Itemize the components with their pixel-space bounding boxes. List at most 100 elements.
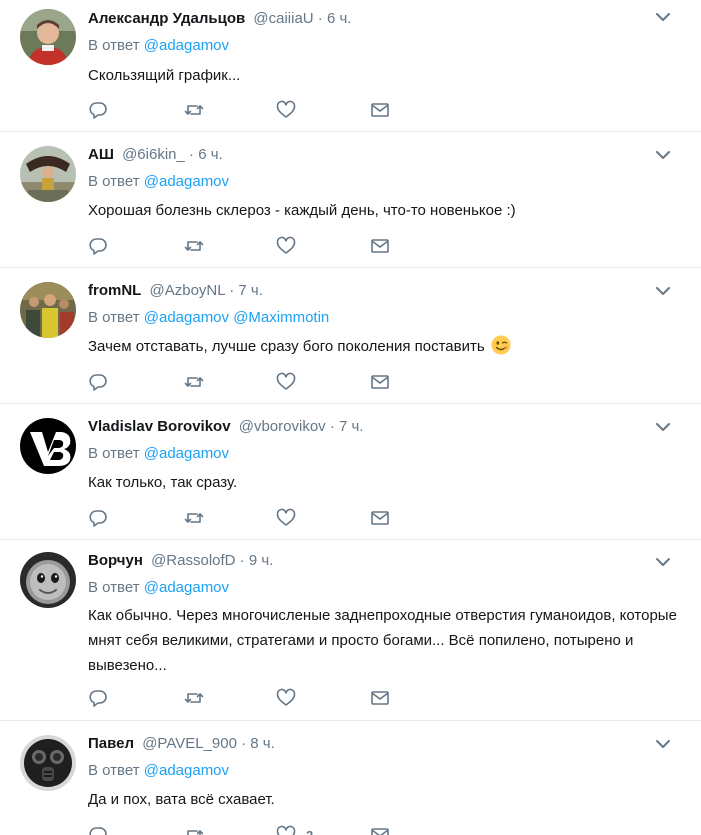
baby-photo-avatar-icon <box>20 552 76 608</box>
tweet-reply[interactable]: fromNL @AzboyNL · 7 ч. В ответ @adagamov… <box>0 268 701 404</box>
retweet-button[interactable] <box>184 686 204 710</box>
mention-link[interactable]: @adagamov <box>144 445 229 462</box>
author-name[interactable]: fromNL <box>88 282 141 299</box>
reply-icon <box>89 690 107 707</box>
timestamp[interactable]: 7 ч. <box>238 282 263 299</box>
like-button[interactable]: 2 <box>276 823 313 835</box>
mention-link[interactable]: @adagamov <box>144 309 229 326</box>
chevron-down-icon[interactable] <box>655 149 671 161</box>
direct-message-button[interactable] <box>370 234 390 258</box>
tweet-reply[interactable]: Ворчун @RassolofD · 9 ч. В ответ @adagam… <box>0 540 701 721</box>
tweet-reply[interactable]: АШ @6i6kin_ · 6 ч. В ответ @adagamov Хор… <box>0 132 701 268</box>
timestamp[interactable]: 9 ч. <box>249 552 274 569</box>
chevron-down-icon[interactable] <box>655 738 671 750</box>
reply-icon <box>89 827 107 835</box>
timestamp[interactable]: 8 ч. <box>250 735 275 752</box>
chevron-down-icon[interactable] <box>655 421 671 433</box>
direct-message-button[interactable] <box>370 823 390 835</box>
avatar[interactable] <box>20 9 76 65</box>
separator-dot: · <box>329 418 335 435</box>
author-handle[interactable]: @RassolofD <box>151 552 235 569</box>
tweet-header: fromNL @AzboyNL · 7 ч. <box>88 281 263 301</box>
vb-logo-avatar-icon <box>20 418 76 474</box>
retweet-button[interactable] <box>184 823 204 835</box>
reply-icon <box>89 238 107 255</box>
envelope-icon <box>371 103 389 117</box>
reply-button[interactable] <box>88 506 108 530</box>
retweet-icon <box>184 693 204 703</box>
like-button[interactable] <box>276 234 306 258</box>
timestamp[interactable]: 6 ч. <box>327 10 352 27</box>
reply-button[interactable] <box>88 98 108 122</box>
reply-prefix: В ответ <box>88 309 140 326</box>
direct-message-button[interactable] <box>370 686 390 710</box>
reply-button[interactable] <box>88 234 108 258</box>
tweet-reply[interactable]: Павел @PAVEL_900 · 8 ч. В ответ @adagamo… <box>0 721 701 835</box>
author-handle[interactable]: @caiiiaU <box>253 10 313 27</box>
heart-icon <box>276 100 296 118</box>
mention-link[interactable]: @adagamov <box>144 579 229 596</box>
envelope-icon <box>371 691 389 705</box>
reply-prefix: В ответ <box>88 445 140 462</box>
author-name[interactable]: АШ <box>88 146 114 163</box>
reply-icon <box>89 374 107 391</box>
tweet-header: Vladislav Borovikov @vborovikov · 7 ч. <box>88 417 364 437</box>
tweet-reply[interactable]: Александр Удальцов @caiiiaU · 6 ч. В отв… <box>0 0 701 132</box>
mention-link[interactable]: @adagamov <box>144 37 229 54</box>
direct-message-button[interactable] <box>370 370 390 394</box>
reply-prefix: В ответ <box>88 762 140 779</box>
heart-icon <box>276 508 296 526</box>
author-handle[interactable]: @6i6kin_ <box>122 146 185 163</box>
author-handle[interactable]: @PAVEL_900 <box>142 735 237 752</box>
timestamp[interactable]: 7 ч. <box>339 418 364 435</box>
avatar[interactable] <box>20 418 76 474</box>
author-handle[interactable]: @AzboyNL <box>150 282 226 299</box>
like-count: 2 <box>306 827 314 835</box>
direct-message-button[interactable] <box>370 98 390 122</box>
envelope-icon <box>371 511 389 525</box>
author-name[interactable]: Павел <box>88 735 134 752</box>
avatar[interactable] <box>20 146 76 202</box>
direct-message-button[interactable] <box>370 506 390 530</box>
like-button[interactable] <box>276 370 306 394</box>
tweet-text-content: Зачем отставать, лучше сразу бого поколе… <box>88 338 485 355</box>
chevron-down-icon[interactable] <box>655 556 671 568</box>
reply-context: В ответ @adagamov <box>88 761 229 781</box>
tweet-actions <box>88 234 408 258</box>
author-name[interactable]: Ворчун <box>88 552 143 569</box>
avatar[interactable] <box>20 282 76 338</box>
mention-link[interactable]: @adagamov <box>144 173 229 190</box>
like-button[interactable] <box>276 98 306 122</box>
reply-button[interactable] <box>88 686 108 710</box>
author-handle[interactable]: @vborovikov <box>239 418 326 435</box>
avatar[interactable] <box>20 552 76 608</box>
flag-photo-avatar-icon <box>20 146 76 202</box>
avatar[interactable] <box>20 735 76 791</box>
mention-link[interactable]: @adagamov <box>144 762 229 779</box>
envelope-icon <box>371 828 389 835</box>
like-button[interactable] <box>276 686 306 710</box>
heart-icon <box>276 825 296 835</box>
tweet-header: Павел @PAVEL_900 · 8 ч. <box>88 734 275 754</box>
mention-link[interactable]: @Maximmotin <box>233 309 329 326</box>
author-name[interactable]: Vladislav Borovikov <box>88 418 231 435</box>
retweet-button[interactable] <box>184 506 204 530</box>
envelope-icon <box>371 375 389 389</box>
reply-button[interactable] <box>88 823 108 835</box>
winking-face-emoji-icon <box>491 335 511 355</box>
retweet-button[interactable] <box>184 98 204 122</box>
author-name[interactable]: Александр Удальцов <box>88 10 245 27</box>
tweet-text: Зачем отставать, лучше сразу бого поколе… <box>88 334 688 359</box>
like-button[interactable] <box>276 506 306 530</box>
chevron-down-icon[interactable] <box>655 285 671 297</box>
tweet-text: Скользящий график... <box>88 67 241 84</box>
reply-button[interactable] <box>88 370 108 394</box>
tweet-reply[interactable]: Vladislav Borovikov @vborovikov · 7 ч. В… <box>0 404 701 540</box>
heart-icon <box>276 688 296 706</box>
retweet-button[interactable] <box>184 234 204 258</box>
retweet-icon <box>184 377 204 387</box>
timestamp[interactable]: 6 ч. <box>198 146 223 163</box>
retweet-button[interactable] <box>184 370 204 394</box>
envelope-icon <box>371 239 389 253</box>
chevron-down-icon[interactable] <box>655 11 671 23</box>
